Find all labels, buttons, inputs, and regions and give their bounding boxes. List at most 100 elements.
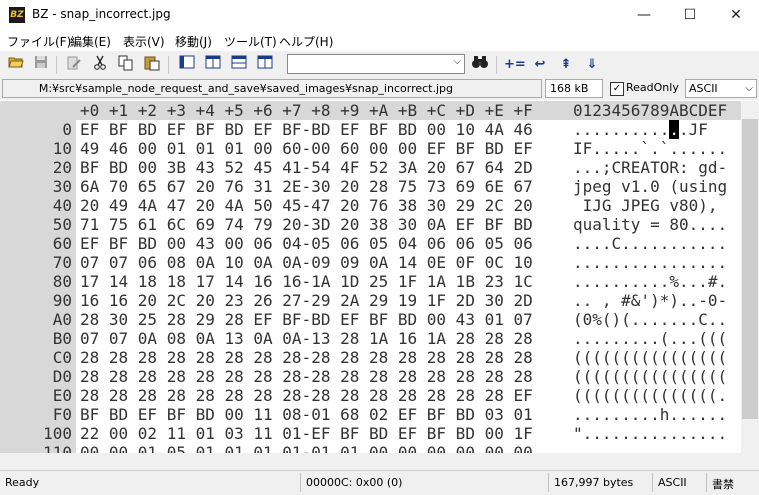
hex-view[interactable]: +0 +1 +2 +3 +4 +5 +6 +7 +8 +9 +A +B +C +… (0, 101, 741, 453)
row-hex-bytes[interactable]: 71 75 61 6C 69 74 79 20-3D 20 38 30 0A E… (80, 215, 533, 234)
row-hex-bytes[interactable]: BF BD EF BF BD 00 11 08-01 68 02 EF BF B… (80, 405, 533, 424)
vertical-scroll-thumb[interactable] (742, 119, 758, 419)
hex-row[interactable]: 90 16 16 20 2C 20 23 26 27-29 2A 29 19 1F… (0, 291, 741, 310)
menu-file[interactable]: ファイル(F) (7, 33, 71, 50)
menu-view[interactable]: 表示(V) (123, 33, 165, 50)
row-hex-bytes[interactable]: 28 28 28 28 28 28 28 28-28 28 28 28 28 2… (80, 386, 533, 405)
vertical-scrollbar[interactable] (741, 101, 759, 453)
hex-row[interactable]: 60 EF BF BD 00 43 00 06 04-05 06 05 04 06… (0, 234, 741, 253)
maximize-button[interactable]: ☐ (667, 0, 713, 31)
row-ascii[interactable]: (0%()(.......C.. (573, 310, 727, 329)
row-hex-bytes[interactable]: 07 07 0A 08 0A 13 0A 0A-13 28 1A 16 1A 2… (80, 329, 533, 348)
row-ascii[interactable]: IF.....`.`...... (573, 139, 727, 158)
row-ascii[interactable]: (((((((((((((((( (573, 348, 727, 367)
encoding-select[interactable]: ASCII ⌵ (685, 79, 757, 98)
readonly-checkbox[interactable]: ✓ (610, 82, 624, 96)
row-ascii[interactable]: (((((((((((((((. (573, 386, 727, 405)
row-ascii[interactable]: ..........%...#. (573, 272, 727, 291)
row-hex-bytes[interactable]: 16 16 20 2C 20 23 26 27-29 2A 29 19 1F 2… (80, 291, 533, 310)
row-ascii[interactable]: ....C........... (573, 234, 727, 253)
hex-row[interactable]: E0 28 28 28 28 28 28 28 28-28 28 28 28 28… (0, 386, 741, 405)
row-ascii[interactable]: "............... (573, 424, 727, 443)
view-single-icon[interactable] (177, 55, 197, 75)
row-hex-bytes[interactable]: EF BF BD EF BF BD EF BF-BD EF BF BD 00 1… (80, 120, 533, 139)
row-ascii[interactable]: ............JF (573, 120, 708, 139)
row-ascii[interactable]: ...;CREATOR: gd- (573, 158, 727, 177)
ascii-text: (0%()(.......C.. (573, 310, 728, 329)
status-separator (300, 473, 301, 492)
row-address: 110 (43, 443, 72, 453)
ascii-text: ................ (573, 443, 728, 453)
row-ascii[interactable]: jpeg v1.0 (using (573, 177, 727, 196)
row-ascii[interactable]: quality = 80.... (573, 215, 727, 234)
paste-icon[interactable] (142, 55, 162, 75)
jump-bottom-icon[interactable]: ⇓ (582, 55, 602, 75)
row-ascii[interactable]: .........(...((( (573, 329, 727, 348)
row-hex-bytes[interactable]: BF BD 00 3B 43 52 45 41-54 4F 52 3A 20 6… (80, 158, 533, 177)
hex-row[interactable]: 80 17 14 18 18 17 14 16 16-1A 1D 25 1F 1A… (0, 272, 741, 291)
compare-icon[interactable]: += (504, 55, 526, 75)
find-binoculars-icon[interactable] (470, 55, 490, 75)
hex-row[interactable]: F0 BF BD EF BF BD 00 11 08-01 68 02 EF BF… (0, 405, 741, 424)
undo-jump-icon[interactable]: ↩ (530, 55, 550, 75)
row-hex-bytes[interactable]: EF BF BD 00 43 00 06 04-05 06 05 04 06 0… (80, 234, 533, 253)
row-ascii[interactable]: (((((((((((((((( (573, 367, 727, 386)
view-split-horizontal-icon[interactable] (229, 55, 249, 75)
row-ascii[interactable]: ................ (573, 253, 727, 272)
menu-jump[interactable]: 移動(J) (175, 33, 212, 50)
properties-icon[interactable] (64, 55, 84, 75)
row-hex-bytes[interactable]: 07 07 06 08 0A 10 0A 0A-09 09 0A 14 0E 0… (80, 253, 533, 272)
open-folder-icon[interactable] (6, 55, 26, 75)
file-path-field[interactable]: M:¥src¥sample_node_request_and_save¥save… (2, 79, 542, 98)
hex-row[interactable]: B0 07 07 0A 08 0A 13 0A 0A-13 28 1A 16 1A… (0, 329, 741, 348)
app-icon[interactable]: BZ (9, 7, 25, 23)
row-hex-bytes[interactable]: 00 00 01 05 01 01 01 01-01 01 00 00 00 0… (80, 443, 533, 453)
hex-row[interactable]: C0 28 28 28 28 28 28 28 28-28 28 28 28 28… (0, 348, 741, 367)
menu-edit[interactable]: 編集(E) (70, 33, 111, 50)
hex-row[interactable]: 10 49 46 00 01 01 01 00 60-00 60 00 00 EF… (0, 139, 741, 158)
row-hex-bytes[interactable]: 22 00 02 11 01 03 11 01-EF BF BD EF BF B… (80, 424, 533, 443)
row-hex-bytes[interactable]: 17 14 18 18 17 14 16 16-1A 1D 25 1F 1A 1… (80, 272, 533, 291)
chevron-down-icon[interactable]: ⌵ (745, 80, 753, 97)
ascii-text: .. , #&')*)..-0- (573, 291, 728, 310)
row-hex-bytes[interactable]: 28 28 28 28 28 28 28 28-28 28 28 28 28 2… (80, 367, 533, 386)
menu-tools[interactable]: ツール(T) (224, 33, 277, 50)
view-dual-icon[interactable] (255, 55, 275, 75)
hex-row[interactable]: 110 00 00 01 05 01 01 01 01-01 01 00 00 0… (0, 443, 741, 453)
toolbar: ⌵ += ↩ ⇞ ⇓ (0, 51, 759, 79)
hex-row[interactable]: 20 BF BD 00 3B 43 52 45 41-54 4F 52 3A 20… (0, 158, 741, 177)
jump-top-icon[interactable]: ⇞ (556, 55, 576, 75)
row-hex-bytes[interactable]: 20 49 4A 47 20 4A 50 45-47 20 76 38 30 2… (80, 196, 533, 215)
hex-row[interactable]: 0 EF BF BD EF BF BD EF BF-BD EF BF BD 00 … (0, 120, 741, 139)
hex-row[interactable]: 100 22 00 02 11 01 03 11 01-EF BF BD EF B… (0, 424, 741, 443)
hex-row[interactable]: 30 6A 70 65 67 20 76 31 2E-30 20 28 75 73… (0, 177, 741, 196)
hex-row[interactable]: 70 07 07 06 08 0A 10 0A 0A-09 09 0A 14 0E… (0, 253, 741, 272)
address-bar: M:¥src¥sample_node_request_and_save¥save… (0, 78, 759, 100)
close-button[interactable]: ✕ (713, 0, 759, 31)
row-hex-bytes[interactable]: 28 28 28 28 28 28 28 28-28 28 28 28 28 2… (80, 348, 533, 367)
hex-row[interactable]: A0 28 30 25 28 29 28 EF BF-BD EF BF BD 00… (0, 310, 741, 329)
row-hex-bytes[interactable]: 49 46 00 01 01 01 00 60-00 60 00 00 EF B… (80, 139, 533, 158)
row-ascii[interactable]: IJG JPEG v80), (573, 196, 727, 215)
view-split-vertical-icon[interactable] (203, 55, 223, 75)
hex-row[interactable]: D0 28 28 28 28 28 28 28 28-28 28 28 28 28… (0, 367, 741, 386)
chevron-down-icon[interactable]: ⌵ (453, 56, 461, 67)
save-icon[interactable] (31, 55, 51, 75)
minimize-button[interactable]: — (621, 0, 667, 31)
row-address: A0 (52, 310, 72, 329)
hex-row[interactable]: 50 71 75 61 6C 69 74 79 20-3D 20 38 30 0A… (0, 215, 741, 234)
search-combo[interactable]: ⌵ (287, 54, 465, 74)
row-ascii[interactable]: ................ (573, 443, 727, 453)
row-address: 90 (52, 291, 72, 310)
row-address: E0 (52, 386, 72, 405)
row-ascii[interactable]: .........h...... (573, 405, 727, 424)
copy-icon[interactable] (116, 55, 136, 75)
cut-icon[interactable] (90, 55, 110, 75)
horizontal-scrollbar[interactable] (0, 453, 759, 470)
hex-row[interactable]: 40 20 49 4A 47 20 4A 50 45-47 20 76 38 30… (0, 196, 741, 215)
row-hex-bytes[interactable]: 28 30 25 28 29 28 EF BF-BD EF BF BD 00 4… (80, 310, 533, 329)
menu-help[interactable]: ヘルプ(H) (279, 33, 333, 50)
row-address: 0 (62, 120, 72, 139)
row-ascii[interactable]: .. , #&')*)..-0- (573, 291, 727, 310)
row-hex-bytes[interactable]: 6A 70 65 67 20 76 31 2E-30 20 28 75 73 6… (80, 177, 533, 196)
